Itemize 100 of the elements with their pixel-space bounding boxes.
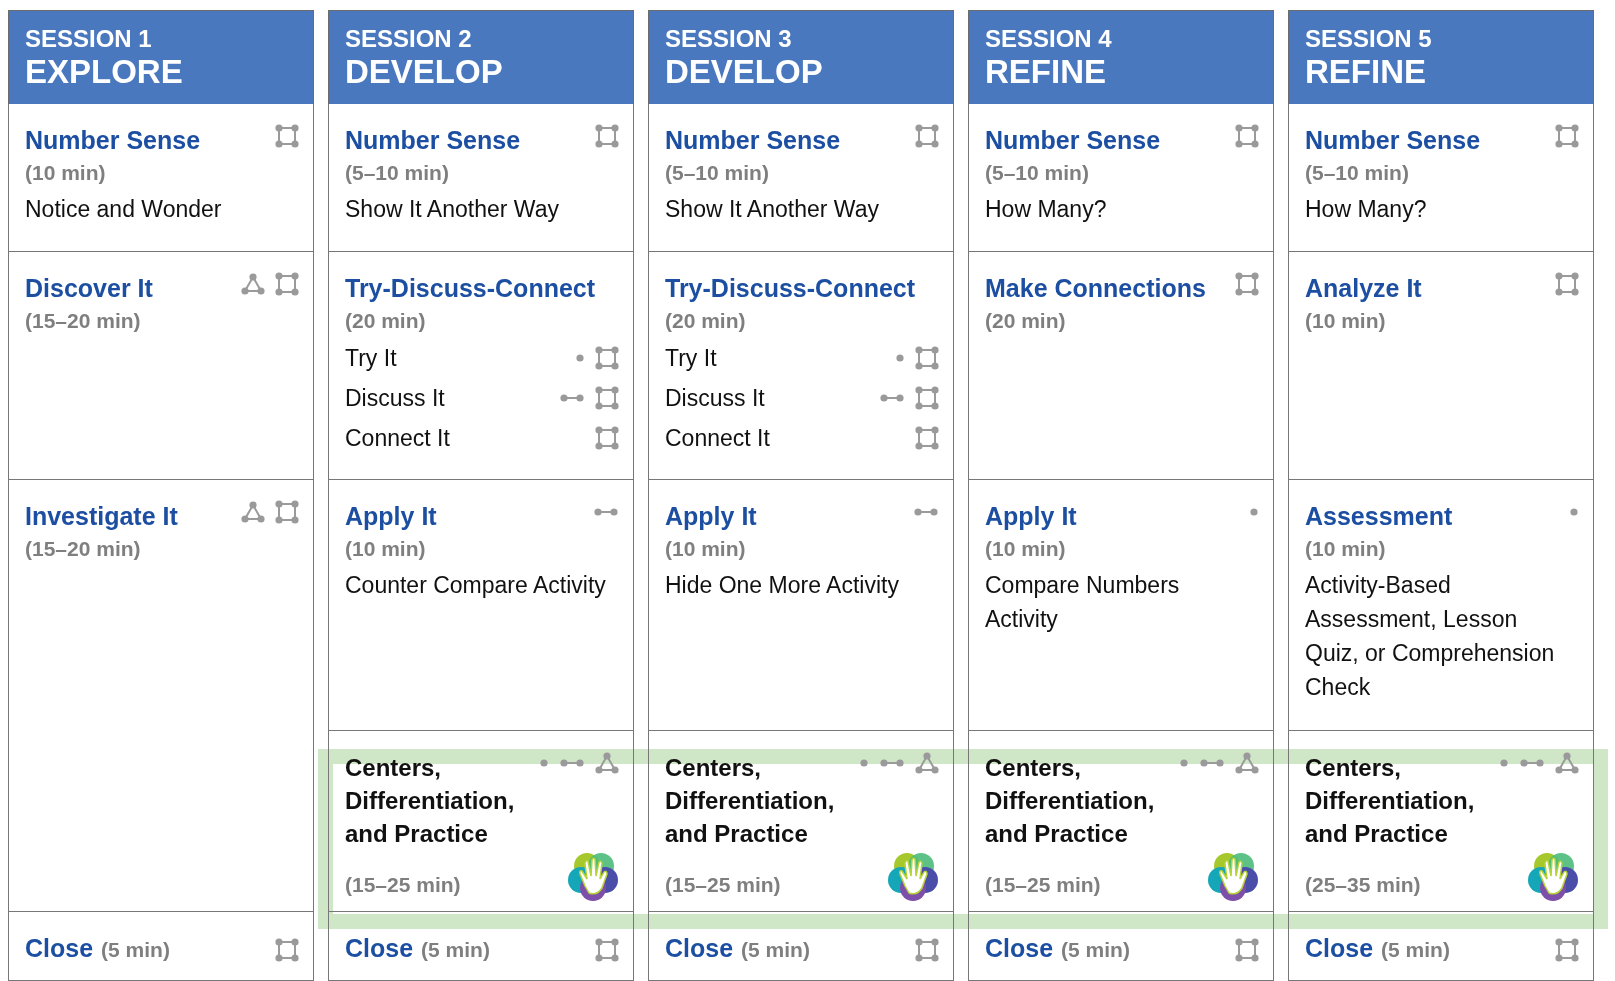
hand-logo-icon bbox=[1527, 850, 1579, 902]
square-dots-icon bbox=[1235, 272, 1259, 296]
activity-description: Notice and Wonder bbox=[25, 195, 223, 224]
session-number: SESSION 2 bbox=[345, 25, 473, 53]
triangle-dots-icon bbox=[241, 272, 265, 296]
duration: (5 min) bbox=[1061, 937, 1130, 963]
square-dots-icon bbox=[1555, 272, 1579, 296]
hand-logo-icon bbox=[1207, 850, 1259, 902]
activity-step: Connect It bbox=[665, 418, 770, 458]
duration: (10 min) bbox=[1305, 536, 1387, 562]
square-dots-icon bbox=[595, 426, 619, 450]
session-phase: DEVELOP bbox=[345, 53, 504, 91]
square-dots-icon bbox=[915, 386, 939, 410]
activity-title: Close bbox=[665, 933, 734, 964]
duration: (10 min) bbox=[1305, 308, 1387, 334]
duration: (15–25 min) bbox=[345, 872, 461, 898]
duration: (20 min) bbox=[665, 308, 747, 334]
activity-title: Number Sense bbox=[665, 125, 841, 156]
duration: (5–10 min) bbox=[665, 160, 770, 186]
activity-description: Show It Another Way bbox=[345, 195, 560, 224]
duration: (10 min) bbox=[985, 536, 1067, 562]
triangle-dots-icon bbox=[595, 751, 619, 775]
session-number: SESSION 3 bbox=[665, 25, 793, 53]
duration: (10 min) bbox=[25, 160, 107, 186]
activity-title: Assessment bbox=[1305, 501, 1453, 532]
duration: (20 min) bbox=[345, 308, 427, 334]
activity-title: Discover It bbox=[25, 273, 153, 304]
square-dots-icon bbox=[915, 426, 939, 450]
activity-description: Counter Compare Activity bbox=[345, 571, 607, 600]
activity-title: Centers, Differentiation, and Practice bbox=[985, 753, 1156, 849]
session-phase: DEVELOP bbox=[665, 53, 824, 91]
square-dots-icon bbox=[595, 386, 619, 410]
activity-step: Try It bbox=[665, 338, 717, 378]
hand-logo-icon bbox=[887, 850, 939, 902]
hand-logo-icon bbox=[567, 850, 619, 902]
activity-description: How Many? bbox=[1305, 195, 1428, 224]
triangle-dots-icon bbox=[1235, 751, 1259, 775]
square-dots-icon bbox=[595, 124, 619, 148]
square-dots-icon bbox=[595, 346, 619, 370]
square-dots-icon bbox=[275, 500, 299, 524]
activity-step: Try It bbox=[345, 338, 397, 378]
session-phase: EXPLORE bbox=[25, 53, 184, 91]
session-number: SESSION 4 bbox=[985, 25, 1113, 53]
activity-title: Centers, Differentiation, and Practice bbox=[345, 753, 516, 849]
session-number: SESSION 1 bbox=[25, 25, 153, 53]
activity-title: Centers, Differentiation, and Practice bbox=[665, 753, 836, 849]
duration: (5–10 min) bbox=[985, 160, 1090, 186]
activity-title: Apply It bbox=[985, 501, 1077, 532]
duration: (5–10 min) bbox=[1305, 160, 1410, 186]
activity-title: Investigate It bbox=[25, 501, 178, 532]
duration: (5 min) bbox=[101, 937, 170, 963]
activity-title: Number Sense bbox=[345, 125, 521, 156]
activity-step: Connect It bbox=[345, 418, 450, 458]
duration: (10 min) bbox=[665, 536, 747, 562]
duration: (15–20 min) bbox=[25, 536, 142, 562]
activity-step: Discuss It bbox=[665, 378, 765, 418]
square-dots-icon bbox=[915, 346, 939, 370]
session-phase: REFINE bbox=[985, 53, 1107, 91]
triangle-dots-icon bbox=[241, 500, 265, 524]
activity-title: Close bbox=[985, 933, 1054, 964]
duration: (5 min) bbox=[741, 937, 810, 963]
square-dots-icon bbox=[1555, 124, 1579, 148]
activity-title: Number Sense bbox=[985, 125, 1161, 156]
activity-title: Apply It bbox=[345, 501, 437, 532]
activity-description: Hide One More Activity bbox=[665, 571, 900, 600]
square-dots-icon bbox=[275, 272, 299, 296]
duration: (15–25 min) bbox=[985, 872, 1101, 898]
activity-title: Number Sense bbox=[25, 125, 201, 156]
session-number: SESSION 5 bbox=[1305, 25, 1433, 53]
activity-title: Make Connections bbox=[985, 273, 1206, 304]
square-dots-icon bbox=[915, 937, 939, 962]
duration: (5–10 min) bbox=[345, 160, 450, 186]
duration: (20 min) bbox=[985, 308, 1067, 334]
square-dots-icon bbox=[275, 937, 299, 962]
square-dots-icon bbox=[1555, 937, 1579, 962]
triangle-dots-icon bbox=[1555, 751, 1579, 775]
duration: (5 min) bbox=[421, 937, 490, 963]
duration: (5 min) bbox=[1381, 937, 1450, 963]
activity-title: Number Sense bbox=[1305, 125, 1481, 156]
activity-title: Centers, Differentiation, and Practice bbox=[1305, 753, 1476, 849]
activity-title: Close bbox=[1305, 933, 1374, 964]
square-dots-icon bbox=[1235, 124, 1259, 148]
activity-title: Try-Discuss-Connect bbox=[665, 273, 916, 304]
activity-title: Try-Discuss-Connect bbox=[345, 273, 596, 304]
activity-title: Close bbox=[25, 933, 94, 964]
activity-title: Apply It bbox=[665, 501, 757, 532]
triangle-dots-icon bbox=[915, 751, 939, 775]
duration: (15–25 min) bbox=[665, 872, 781, 898]
activity-description: Compare Numbers Activity bbox=[985, 571, 1181, 634]
activity-description: Activity-Based Assessment, Lesson Quiz, or Comprehension Check bbox=[1305, 571, 1556, 702]
activity-title: Analyze It bbox=[1305, 273, 1422, 304]
duration: (10 min) bbox=[345, 536, 427, 562]
square-dots-icon bbox=[275, 124, 299, 148]
square-dots-icon bbox=[1235, 937, 1259, 962]
session-phase: REFINE bbox=[1305, 53, 1427, 91]
square-dots-icon bbox=[595, 937, 619, 962]
duration: (25–35 min) bbox=[1305, 872, 1421, 898]
activity-description: Show It Another Way bbox=[665, 195, 880, 224]
activity-step: Discuss It bbox=[345, 378, 445, 418]
square-dots-icon bbox=[915, 124, 939, 148]
